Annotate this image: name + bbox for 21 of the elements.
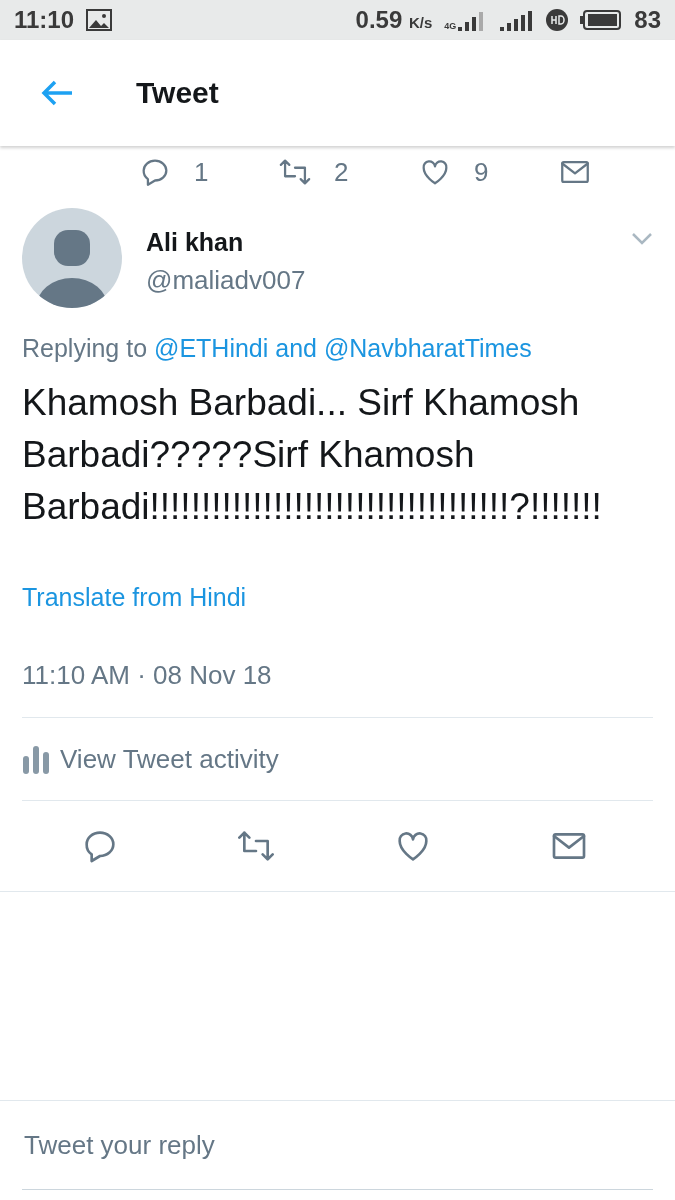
hd-icon	[546, 9, 569, 31]
page-title: Tweet	[136, 76, 219, 110]
replying-label: Replying to	[22, 334, 148, 362]
author-name: Ali khan	[146, 228, 245, 257]
tweet-activity-link[interactable]: View Tweet activity	[60, 743, 279, 775]
author-handle: @maliadv007	[146, 265, 307, 296]
translate-link[interactable]: Translate from Hindi	[22, 583, 653, 612]
action-count: 9	[474, 156, 489, 188]
action-count: 2	[334, 156, 349, 188]
tweet-text: Khamosh Barbadi... Sirf Khamosh Barbadi?????Sirf Khamosh Barbadi!!!!!!!!!!!!!!!!!!!!!!!!!!!!!!!!!!!?!!!!!!!	[22, 381, 603, 529]
mention-link[interactable]: @ETHindi and @NavbharatTimes	[154, 334, 532, 362]
battery-level: 83	[634, 6, 661, 34]
image-icon	[86, 9, 113, 31]
signal-icon	[500, 9, 535, 31]
tweet-timestamp: 11:10 AM · 08 Nov 18	[22, 660, 653, 718]
action-count: 1	[194, 156, 209, 188]
network-type: 4G	[444, 21, 457, 31]
network-speed: 0.59 K/s	[355, 6, 433, 34]
status-time: 11:10	[14, 6, 75, 34]
battery-icon	[580, 9, 623, 31]
bar-chart-icon	[22, 744, 50, 774]
